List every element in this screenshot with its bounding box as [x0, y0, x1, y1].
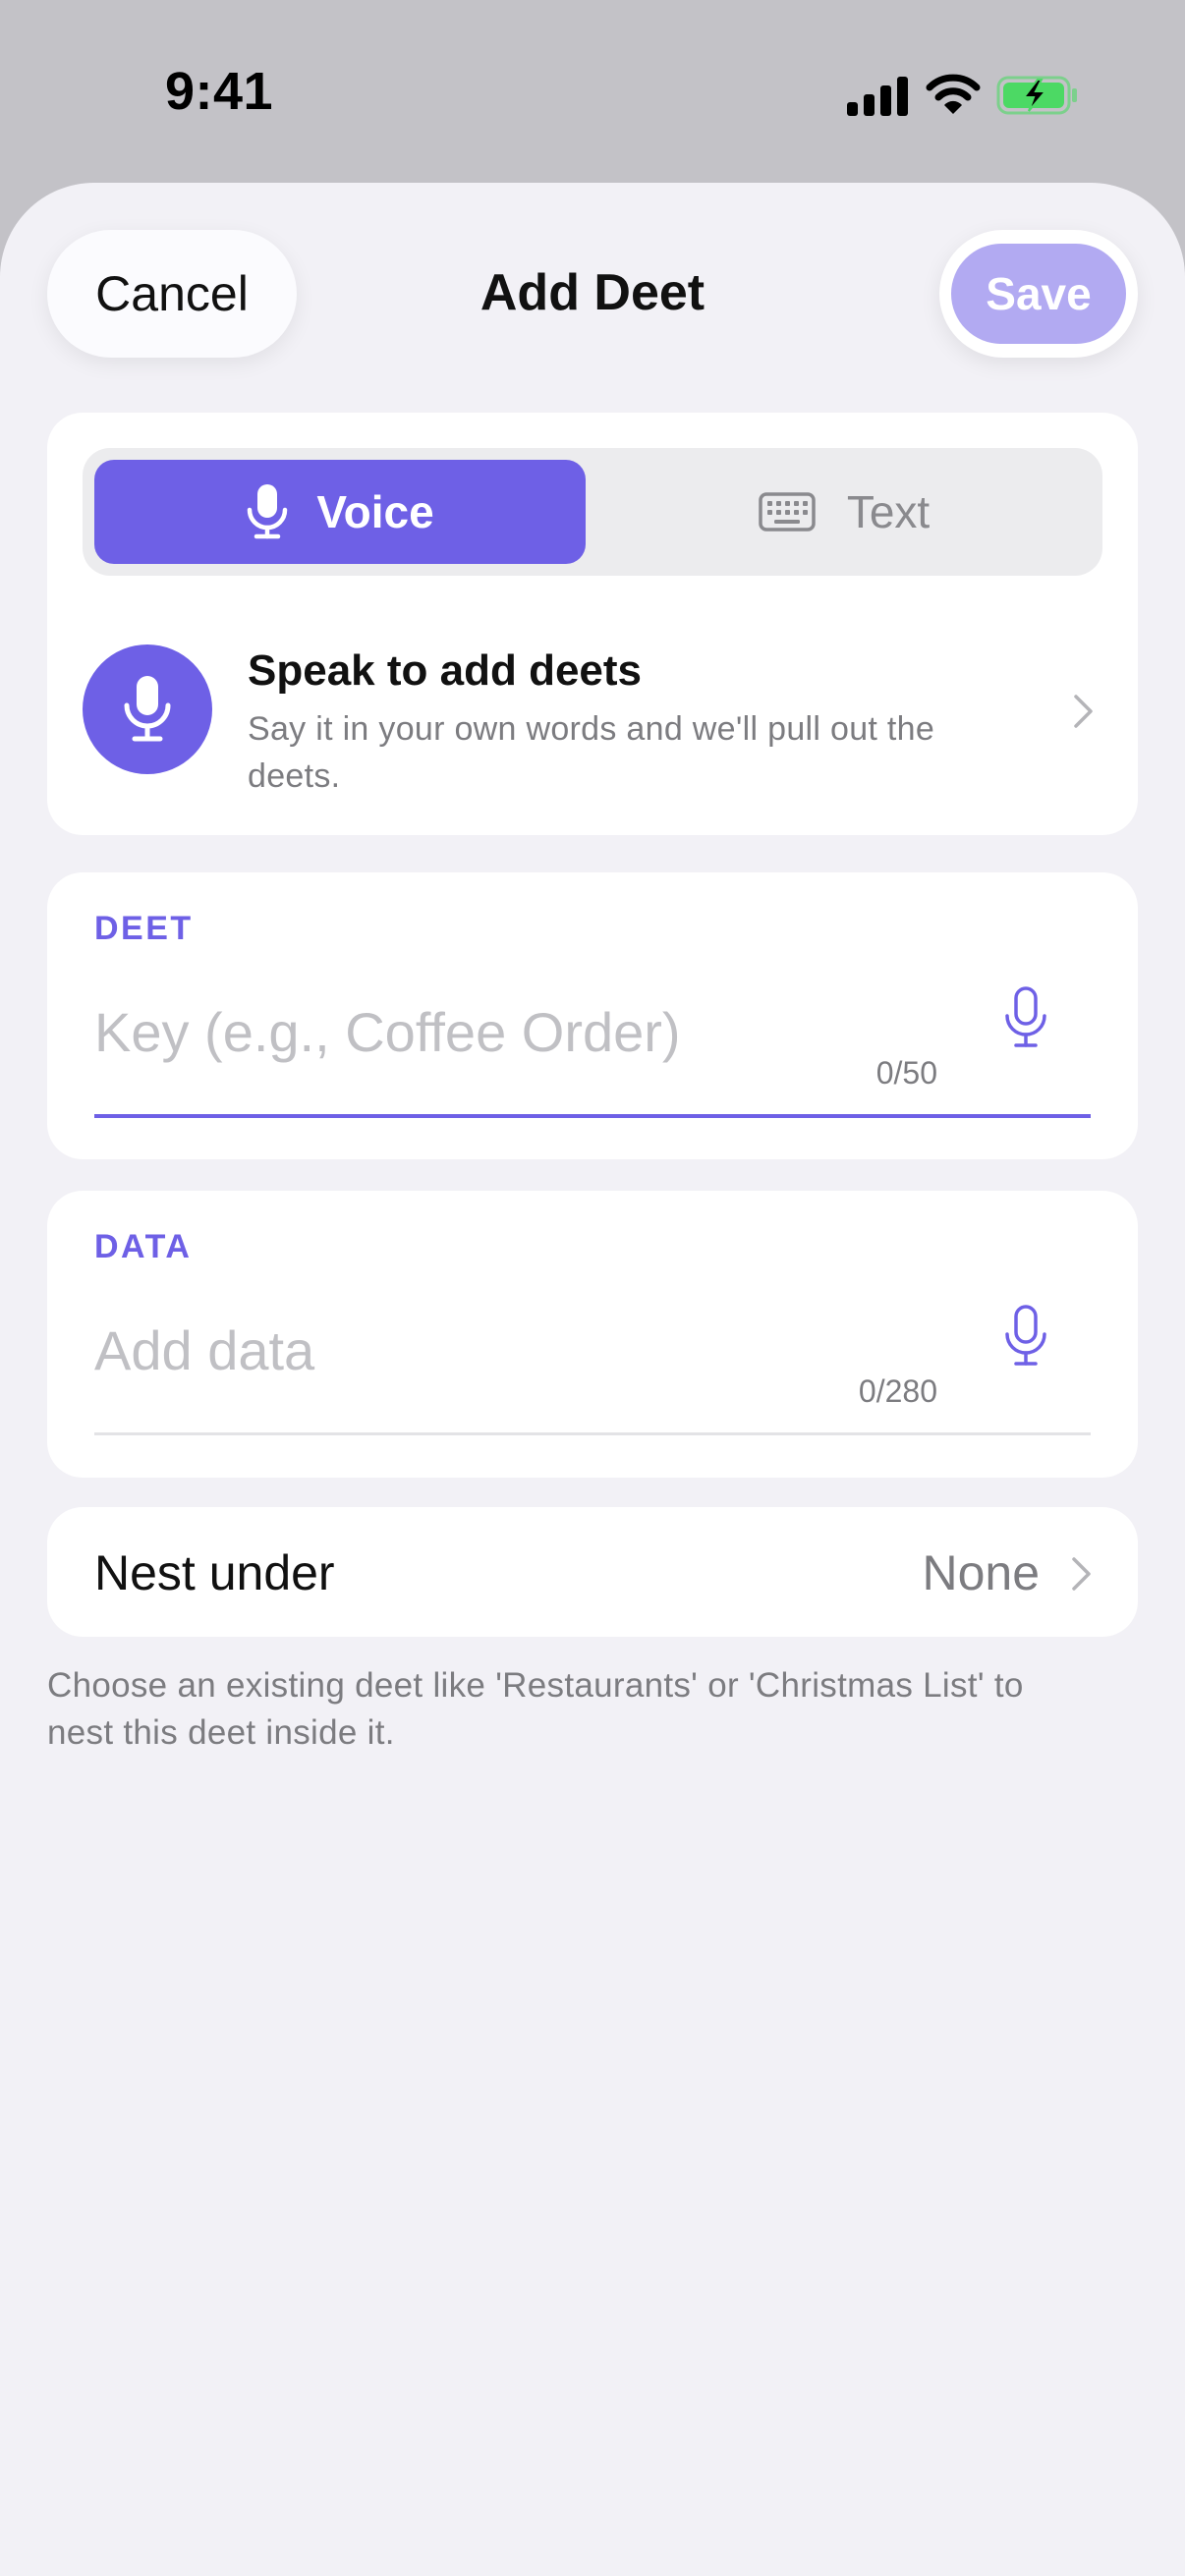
chevron-right-icon — [1074, 695, 1093, 728]
deet-key-input[interactable]: Key (e.g., Coffee Order) — [94, 1000, 681, 1064]
data-input[interactable]: Add data — [94, 1318, 314, 1382]
deet-microphone-icon[interactable] — [1004, 986, 1047, 1049]
cellular-signal-icon — [847, 77, 908, 116]
status-bar: 9:41 — [0, 0, 1185, 187]
save-button[interactable]: Save — [951, 244, 1126, 344]
microphone-icon — [248, 484, 288, 539]
speak-title: Speak to add deets — [248, 646, 643, 695]
tab-voice-label: Voice — [316, 486, 434, 537]
deet-input-underline — [94, 1114, 1091, 1118]
microphone-icon — [124, 676, 171, 742]
nest-under-value: None — [922, 1545, 1040, 1600]
keyboard-icon — [759, 492, 816, 532]
chevron-right-icon — [1072, 1557, 1091, 1591]
input-mode-card: Voice Text Speak to add deets Say it in … — [47, 413, 1138, 835]
speak-subtitle: Say it in your own words and we'll pull … — [248, 710, 935, 795]
nest-under-row[interactable]: Nest under None — [47, 1507, 1138, 1637]
nest-help-text: Choose an existing deet like 'Restaurant… — [47, 1666, 1024, 1752]
battery-charging-icon — [996, 76, 1077, 115]
tab-text-label: Text — [846, 486, 931, 537]
status-time: 9:41 — [165, 62, 274, 121]
deet-field-card: DEET Key (e.g., Coffee Order) 0/50 — [47, 872, 1138, 1159]
speak-to-add-row[interactable]: Speak to add deets Say it in your own wo… — [83, 644, 1102, 795]
wifi-icon — [926, 74, 981, 114]
mode-segmented-control: Voice Text — [83, 448, 1102, 576]
deet-char-counter: 0/50 — [875, 1055, 937, 1091]
data-input-underline — [94, 1432, 1091, 1435]
data-microphone-icon[interactable] — [1004, 1305, 1047, 1368]
deet-label: DEET — [94, 910, 194, 947]
data-char-counter: 0/280 — [858, 1373, 937, 1409]
nest-under-label: Nest under — [94, 1545, 335, 1600]
speak-mic-button[interactable] — [83, 644, 212, 774]
data-field-card: DATA Add data 0/280 — [47, 1191, 1138, 1478]
add-deet-sheet: Cancel Add Deet Save Voice Text Speak to… — [0, 183, 1185, 2576]
tab-text[interactable]: Text — [597, 460, 1091, 564]
data-label: DATA — [94, 1228, 193, 1265]
tab-voice[interactable]: Voice — [94, 460, 586, 564]
